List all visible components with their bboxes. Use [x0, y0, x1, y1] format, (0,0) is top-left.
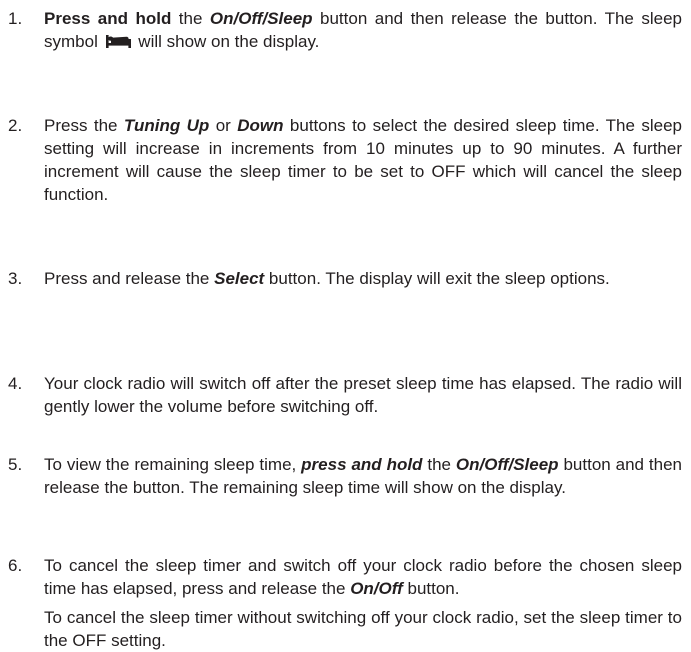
step-paragraph: To view the remaining sleep time, press …: [44, 453, 682, 499]
control-name: press and hold: [301, 455, 423, 474]
step-paragraph: Press and release the Select button. The…: [44, 267, 682, 290]
step-number: 3.: [8, 269, 23, 288]
control-name: On/Off/Sleep: [455, 455, 559, 474]
instruction-page: 1. Press and hold the On/Off/Sleep butto…: [0, 0, 691, 652]
body-text: Press the: [44, 116, 124, 135]
step-number: 4.: [8, 374, 23, 393]
step-number: 2.: [8, 116, 23, 135]
step-body: Press and release the Select button. The…: [44, 267, 682, 290]
body-text: To cancel the sleep timer without switch…: [44, 608, 682, 650]
body-text: To view the remaining sleep time,: [44, 455, 302, 474]
control-name: On/Off: [350, 579, 403, 598]
body-text: button. The display will exit the sleep …: [264, 269, 610, 288]
step-paragraph: Press the Tuning Up or Down buttons to s…: [44, 114, 682, 206]
step-body: To cancel the sleep timer and switch off…: [44, 554, 682, 652]
step-paragraph: To cancel the sleep timer and switch off…: [44, 554, 682, 600]
step-paragraph: To cancel the sleep timer without switch…: [44, 606, 682, 652]
body-text: Your clock radio will switch off after t…: [44, 374, 682, 416]
body-text: or: [209, 116, 238, 135]
emphasis-text: Press and hold: [44, 9, 172, 28]
step-body: Press and hold the On/Off/Sleep button a…: [44, 7, 682, 54]
body-text: Press and release the: [44, 269, 215, 288]
step-4: 4. Your clock radio will switch off afte…: [4, 372, 688, 418]
step-number: 6.: [8, 556, 23, 575]
sleep-symbol-icon: [105, 31, 131, 54]
step-3: 3. Press and release the Select button. …: [4, 267, 688, 290]
step-paragraph: Press and hold the On/Off/Sleep button a…: [44, 7, 682, 54]
step-1: 1. Press and hold the On/Off/Sleep butto…: [4, 7, 688, 54]
step-2: 2. Press the Tuning Up or Down buttons t…: [4, 114, 688, 206]
step-body: Your clock radio will switch off after t…: [44, 372, 682, 418]
body-text: the: [422, 455, 456, 474]
step-number: 5.: [8, 455, 23, 474]
control-name: Down: [237, 116, 284, 135]
step-body: Press the Tuning Up or Down buttons to s…: [44, 114, 682, 206]
step-paragraph: Your clock radio will switch off after t…: [44, 372, 682, 418]
control-name: Select: [214, 269, 265, 288]
control-name: On/Off/Sleep: [209, 9, 313, 28]
step-number: 1.: [8, 9, 23, 28]
body-text: will show on the display.: [133, 32, 320, 51]
step-body: To view the remaining sleep time, press …: [44, 453, 682, 499]
step-6: 6. To cancel the sleep timer and switch …: [4, 554, 688, 652]
body-text: button.: [402, 579, 460, 598]
body-text: the: [171, 9, 210, 28]
step-5: 5. To view the remaining sleep time, pre…: [4, 453, 688, 499]
control-name: Tuning Up: [123, 116, 210, 135]
